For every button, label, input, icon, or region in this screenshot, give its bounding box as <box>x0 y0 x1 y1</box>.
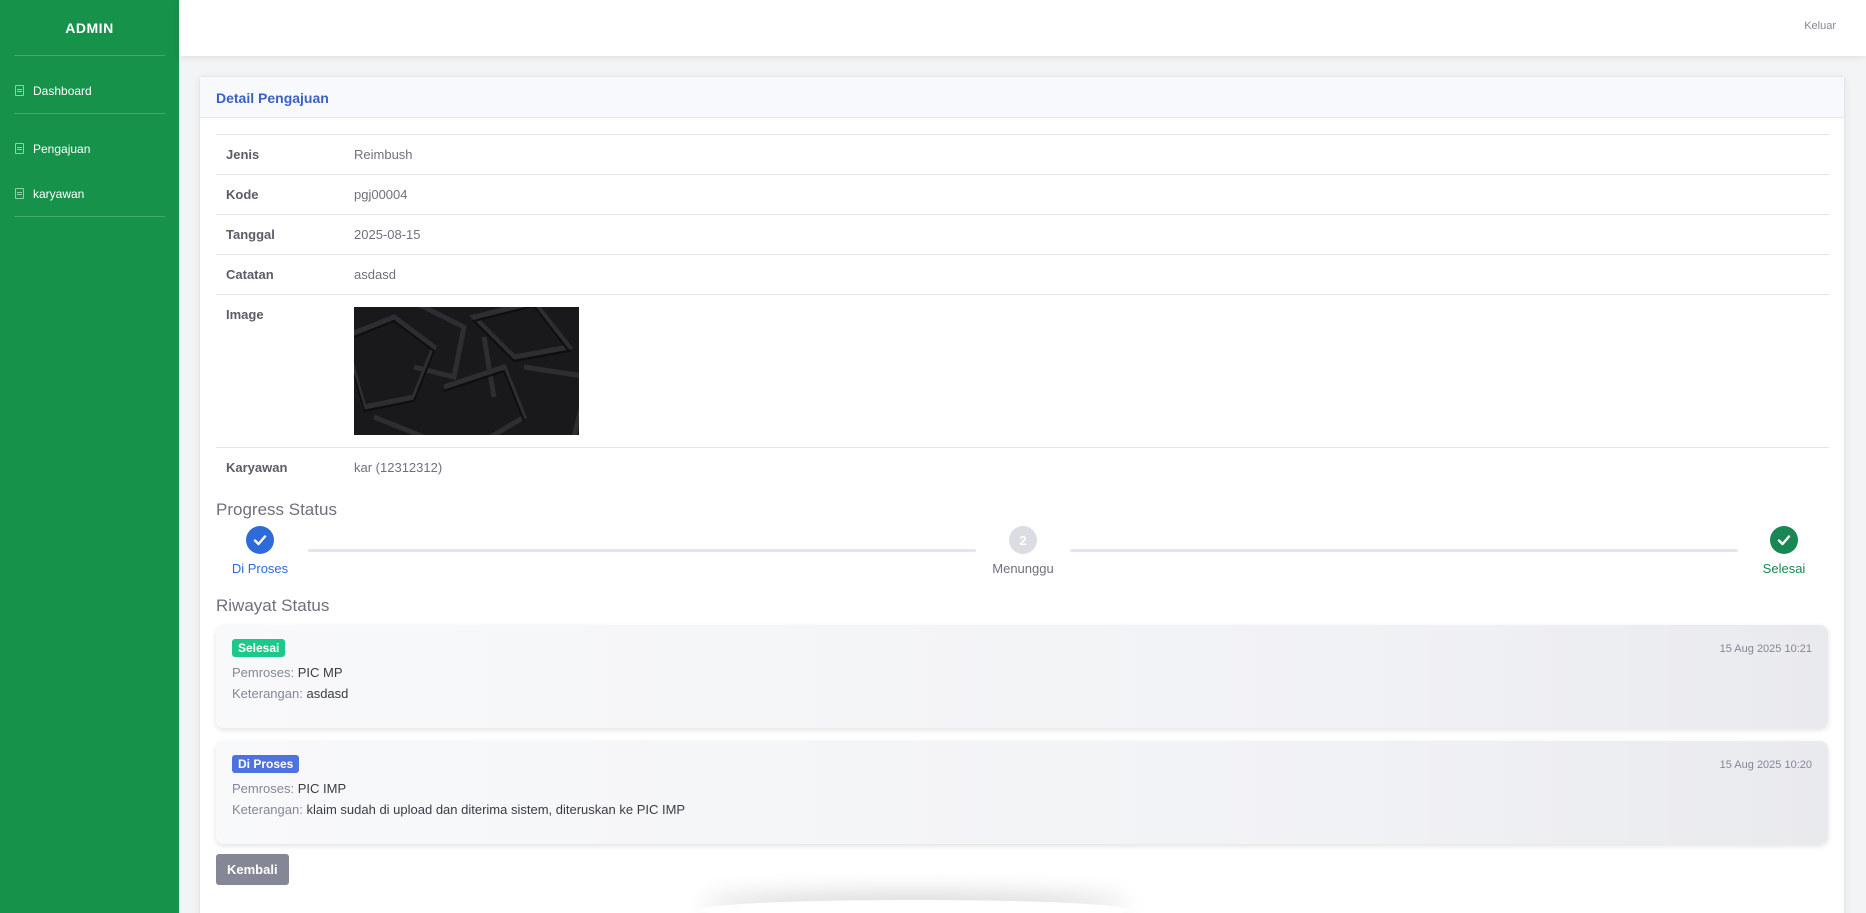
row-label: Kode <box>216 174 344 215</box>
footer-shadow <box>700 900 1130 913</box>
sidebar-item-label: karyawan <box>33 186 85 201</box>
attachment-pattern <box>354 307 579 435</box>
row-label: Karyawan <box>216 447 344 487</box>
processor-label: Pemroses: <box>232 665 295 680</box>
table-row: Image <box>216 294 1829 448</box>
sidebar-item-dashboard[interactable]: Dashboard <box>14 68 165 113</box>
card-title: Detail Pengajuan <box>200 77 1844 118</box>
processor-value: PIC MP <box>297 665 343 680</box>
document-icon <box>15 85 24 96</box>
progress-connector <box>308 549 976 552</box>
detail-card: Detail Pengajuan Jenis Reimbush Kode pgj… <box>199 76 1845 913</box>
table-row: Kode pgj00004 <box>216 174 1829 215</box>
note-label: Keterangan: <box>232 802 303 817</box>
note-label: Keterangan: <box>232 686 303 701</box>
step-selesai: Selesai <box>1734 526 1834 576</box>
sidebar: ADMIN Dashboard Pengajuan karyawan <box>0 0 179 913</box>
document-icon <box>15 143 24 154</box>
table-row: Jenis Reimbush <box>216 134 1829 175</box>
card-body: Jenis Reimbush Kode pgj00004 Tanggal 202… <box>200 118 1844 885</box>
attachment-image[interactable] <box>354 307 579 435</box>
back-button[interactable]: Kembali <box>216 854 289 885</box>
document-icon <box>15 188 24 199</box>
progress-stepper: Di Proses 2 Menunggu Selesai <box>216 526 1828 596</box>
table-row: Tanggal 2025-08-15 <box>216 214 1829 255</box>
status-badge: Di Proses <box>232 755 300 773</box>
riwayat-status-title: Riwayat Status <box>216 596 330 615</box>
note-value: asdasd <box>306 686 349 701</box>
history-note: Keterangan: klaim sudah di upload dan di… <box>232 802 1812 817</box>
table-row: Karyawan kar (12312312) <box>216 447 1829 487</box>
row-label: Jenis <box>216 134 344 175</box>
row-label: Tanggal <box>216 214 344 255</box>
sidebar-item-karyawan[interactable]: karyawan <box>14 171 165 216</box>
processor-value: PIC IMP <box>297 781 347 796</box>
sidebar-item-label: Dashboard <box>33 83 92 98</box>
step-label: Selesai <box>1762 561 1806 576</box>
row-value: pgj00004 <box>344 174 1829 215</box>
row-value: 2025-08-15 <box>344 214 1829 255</box>
row-value: Reimbush <box>344 134 1829 175</box>
progress-connector <box>1070 549 1738 552</box>
note-value: klaim sudah di upload dan diterima siste… <box>306 802 686 817</box>
sidebar-divider <box>14 216 165 217</box>
sidebar-item-pengajuan[interactable]: Pengajuan <box>14 126 165 171</box>
table-row: Catatan asdasd <box>216 254 1829 295</box>
history-item: Selesai 15 Aug 2025 10:21 Pemroses: PIC … <box>216 625 1828 728</box>
row-label: Catatan <box>216 254 344 295</box>
step-menunggu: 2 Menunggu <box>973 526 1073 576</box>
row-value <box>344 294 1829 448</box>
history-processor: Pemroses: PIC MP <box>232 665 1812 680</box>
topbar: Keluar <box>179 0 1866 56</box>
status-badge: Selesai <box>232 639 286 657</box>
history-timestamp: 15 Aug 2025 10:21 <box>1719 643 1812 655</box>
processor-label: Pemroses: <box>232 781 295 796</box>
detail-table: Jenis Reimbush Kode pgj00004 Tanggal 202… <box>216 134 1829 487</box>
step-number: 2 <box>1009 526 1037 554</box>
row-label: Image <box>216 294 344 448</box>
row-value: kar (12312312) <box>344 447 1829 487</box>
sidebar-item-label: Pengajuan <box>33 141 91 156</box>
history-processor: Pemroses: PIC IMP <box>232 781 1812 796</box>
row-value: asdasd <box>344 254 1829 295</box>
step-label: Di Proses <box>231 561 289 576</box>
step-di-proses: Di Proses <box>210 526 310 576</box>
logout-link[interactable]: Keluar <box>1804 20 1836 32</box>
history-item: Di Proses 15 Aug 2025 10:20 Pemroses: PI… <box>216 741 1828 844</box>
check-icon <box>246 526 274 554</box>
step-label: Menunggu <box>992 561 1054 576</box>
history-timestamp: 15 Aug 2025 10:20 <box>1719 759 1812 771</box>
check-icon <box>1770 526 1798 554</box>
progress-status-title: Progress Status <box>216 500 337 519</box>
history-note: Keterangan: asdasd <box>232 686 1812 701</box>
brand-title[interactable]: ADMIN <box>14 0 165 56</box>
